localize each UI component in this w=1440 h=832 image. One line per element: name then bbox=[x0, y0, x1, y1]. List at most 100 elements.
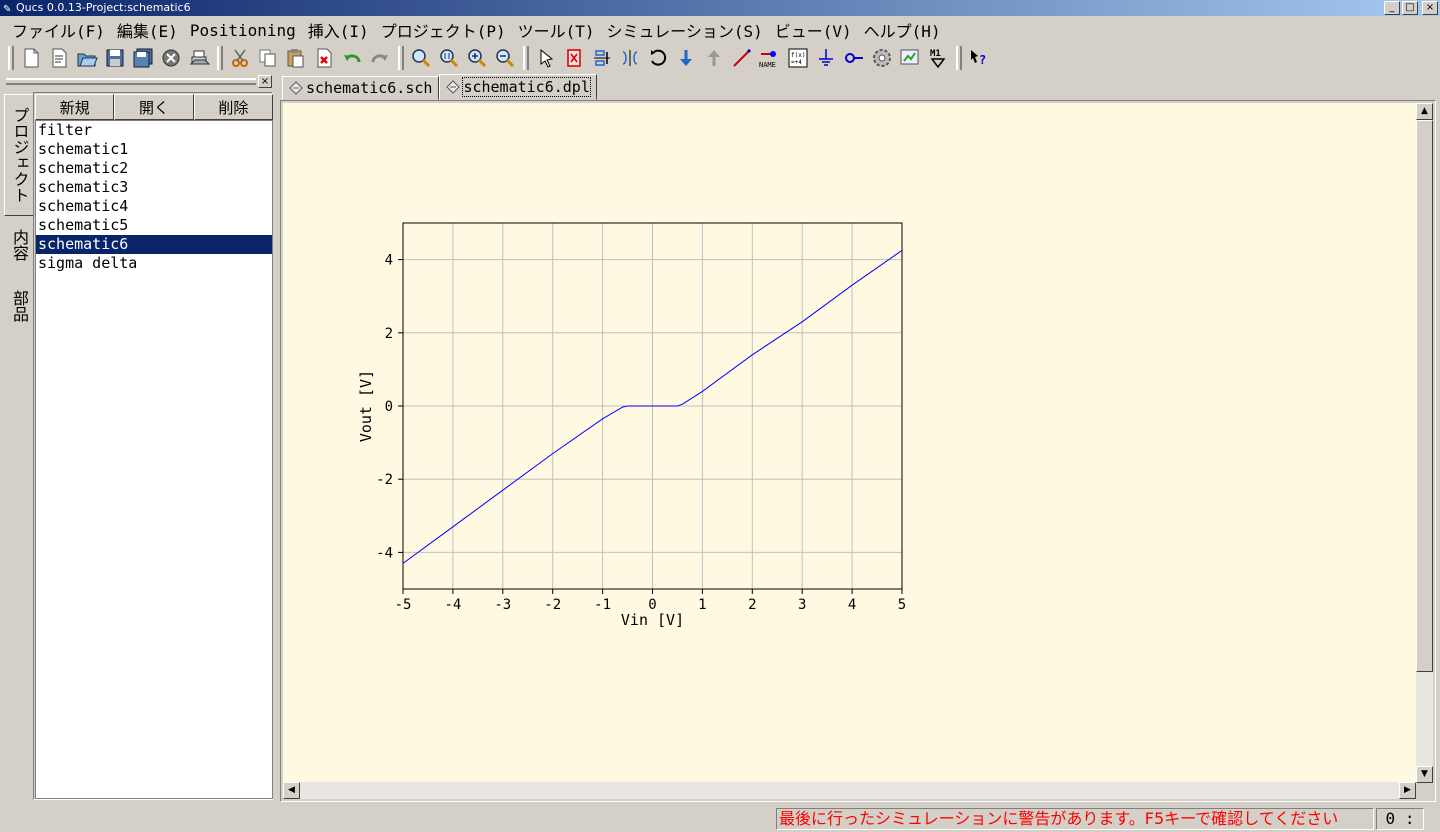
x-axis-label: Vin [V] bbox=[621, 611, 684, 629]
label-button[interactable]: NAME bbox=[756, 45, 784, 71]
copy-icon bbox=[259, 49, 276, 67]
dock-grip[interactable] bbox=[6, 78, 256, 85]
toolbar-grip[interactable] bbox=[398, 46, 404, 70]
toolbar-grip[interactable] bbox=[8, 46, 14, 70]
select-button[interactable] bbox=[532, 45, 560, 71]
dock-title-bar[interactable]: × bbox=[4, 74, 274, 90]
toolbar-grip[interactable] bbox=[217, 46, 223, 70]
menu-project[interactable]: プロジェクト(P) bbox=[375, 18, 512, 42]
vertical-scroll-thumb[interactable] bbox=[1416, 120, 1433, 672]
toolbar-grip[interactable] bbox=[956, 46, 962, 70]
redo-button[interactable] bbox=[366, 45, 394, 71]
dock-close-button[interactable]: × bbox=[258, 75, 272, 88]
undo-button[interactable] bbox=[338, 45, 366, 71]
close-button[interactable]: × bbox=[1422, 1, 1438, 15]
leave-subcircuit-button[interactable] bbox=[700, 45, 728, 71]
view-data-button[interactable] bbox=[896, 45, 924, 71]
project-item[interactable]: filter bbox=[36, 121, 272, 140]
delete-button[interactable] bbox=[310, 45, 338, 71]
equation-button[interactable]: f(x) =+4 bbox=[784, 45, 812, 71]
menu-insert[interactable]: 挿入(I) bbox=[302, 18, 375, 42]
zoom-out-button[interactable] bbox=[491, 45, 519, 71]
zoom-1to1-button[interactable] bbox=[435, 45, 463, 71]
menu-file[interactable]: ファイル(F) bbox=[6, 18, 111, 42]
cartesian-diagram[interactable]: -5 -4 -3 -2 -1 0 1 2 3 4 5-4-2024Vin [V]Vout [V] bbox=[283, 103, 1416, 783]
scroll-right-arrow[interactable]: ▶ bbox=[1399, 782, 1416, 799]
tab-content[interactable]: 内容 bbox=[4, 222, 34, 268]
menu-view[interactable]: ビュー(V) bbox=[769, 18, 858, 42]
ground-button[interactable] bbox=[812, 45, 840, 71]
new-text-icon bbox=[52, 48, 67, 68]
port-button[interactable] bbox=[840, 45, 868, 71]
menu-edit[interactable]: 編集(E) bbox=[111, 18, 184, 42]
mirror-x-button[interactable] bbox=[588, 45, 616, 71]
enter-subcircuit-icon bbox=[680, 50, 692, 66]
project-list[interactable]: filter schematic1 schematic2 schematic3 … bbox=[35, 120, 273, 799]
marker-icon-text: M1 bbox=[930, 49, 941, 59]
dock-vertical-tabs: プロジェクト 内容 部品 bbox=[4, 94, 34, 800]
x-tick-label: -2 bbox=[544, 597, 561, 613]
project-item[interactable]: schematic4 bbox=[36, 197, 272, 216]
save-button[interactable] bbox=[101, 45, 129, 71]
mirror-y-button[interactable] bbox=[616, 45, 644, 71]
x-tick-label: -5 bbox=[395, 597, 412, 613]
zoom-fit-button[interactable] bbox=[407, 45, 435, 71]
open-project-button[interactable]: 開く bbox=[114, 94, 194, 120]
redo-icon bbox=[371, 54, 388, 63]
dock-splitter[interactable] bbox=[275, 74, 279, 804]
scroll-left-arrow[interactable]: ◀ bbox=[283, 782, 300, 799]
save-all-button[interactable] bbox=[129, 45, 157, 71]
close-doc-button[interactable] bbox=[157, 45, 185, 71]
vertical-scrollbar[interactable]: ▲ ▼ bbox=[1416, 103, 1433, 783]
new-project-button[interactable]: 新規 bbox=[35, 94, 115, 120]
new-button[interactable] bbox=[17, 45, 45, 71]
cut-icon bbox=[232, 49, 248, 67]
open-button[interactable] bbox=[73, 45, 101, 71]
x-tick-label: -1 bbox=[594, 597, 611, 613]
edit-activate-button[interactable] bbox=[560, 45, 588, 71]
project-item[interactable]: schematic5 bbox=[36, 216, 272, 235]
tab-schematic[interactable]: schematic6.sch bbox=[282, 76, 440, 100]
copy-button[interactable] bbox=[254, 45, 282, 71]
display-canvas[interactable]: -5 -4 -3 -2 -1 0 1 2 3 4 5 -4 -2 0 2 4 Vin [V] Vout [V] bbox=[283, 103, 1416, 783]
project-item[interactable]: schematic3 bbox=[36, 178, 272, 197]
x-tick-label: -4 bbox=[444, 597, 461, 613]
scroll-up-arrow[interactable]: ▲ bbox=[1416, 103, 1433, 120]
tab-projects[interactable]: プロジェクト bbox=[4, 94, 34, 216]
save-icon bbox=[106, 49, 124, 67]
menu-simulation[interactable]: シミュレーション(S) bbox=[601, 18, 769, 42]
x-tick-label: -3 bbox=[494, 597, 511, 613]
leave-subcircuit-icon bbox=[708, 50, 720, 66]
view-data-icon bbox=[900, 49, 919, 65]
cut-button[interactable] bbox=[226, 45, 254, 71]
rotate-button[interactable] bbox=[644, 45, 672, 71]
simulate-button[interactable] bbox=[868, 45, 896, 71]
project-item[interactable]: sigma delta bbox=[36, 254, 272, 273]
wire-button[interactable] bbox=[728, 45, 756, 71]
undo-icon bbox=[344, 54, 361, 63]
menu-tools[interactable]: ツール(T) bbox=[512, 18, 601, 42]
menu-positioning[interactable]: Positioning bbox=[184, 21, 302, 40]
zoom-in-button[interactable] bbox=[463, 45, 491, 71]
toolbar-grip[interactable] bbox=[523, 46, 529, 70]
tab-components-label: 部品 bbox=[10, 290, 29, 322]
marker-button[interactable]: M1 bbox=[924, 45, 952, 71]
enter-subcircuit-button[interactable] bbox=[672, 45, 700, 71]
project-item-selected[interactable]: schematic6 bbox=[36, 235, 272, 254]
whats-this-button[interactable]: ? bbox=[965, 45, 993, 71]
tab-display[interactable]: schematic6.dpl bbox=[439, 74, 597, 100]
tab-components[interactable]: 部品 bbox=[4, 282, 34, 330]
print-button[interactable] bbox=[185, 45, 213, 71]
scroll-down-arrow[interactable]: ▼ bbox=[1416, 766, 1433, 783]
project-item[interactable]: schematic1 bbox=[36, 140, 272, 159]
delete-project-button[interactable]: 削除 bbox=[193, 94, 273, 120]
y-tick-label: -2 bbox=[376, 472, 393, 488]
new-text-button[interactable] bbox=[45, 45, 73, 71]
rotate-icon bbox=[651, 49, 667, 66]
horizontal-scrollbar[interactable]: ◀ ▶ bbox=[283, 782, 1416, 799]
menu-help[interactable]: ヘルプ(H) bbox=[858, 18, 947, 42]
maximize-button[interactable]: □ bbox=[1402, 1, 1418, 15]
project-item[interactable]: schematic2 bbox=[36, 159, 272, 178]
minimize-button[interactable]: _ bbox=[1384, 1, 1400, 15]
paste-button[interactable] bbox=[282, 45, 310, 71]
